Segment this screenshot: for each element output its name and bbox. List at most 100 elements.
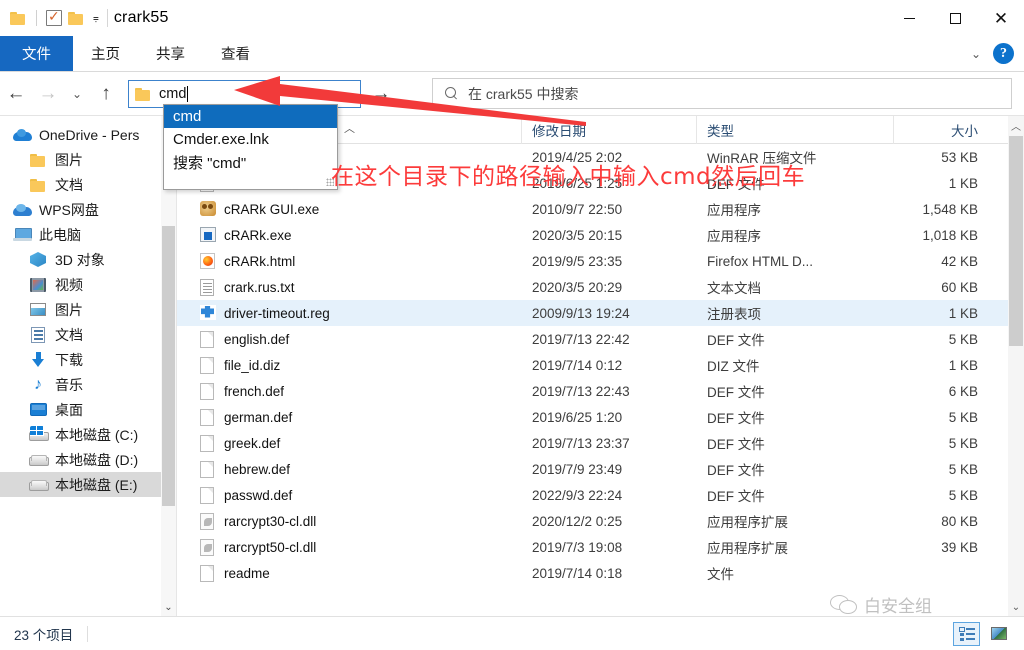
- sidebar-item[interactable]: OneDrive - Pers: [0, 122, 176, 147]
- table-row[interactable]: readme 2019/7/14 0:18 文件: [177, 560, 1024, 586]
- table-row[interactable]: crark.rus.txt 2020/3/5 20:29 文本文档 60 KB: [177, 274, 1024, 300]
- column-header-size[interactable]: 大小: [894, 116, 992, 144]
- file-name-cell: readme: [177, 564, 522, 582]
- sidebar-item[interactable]: 此电脑: [0, 222, 176, 247]
- new-folder-icon[interactable]: [68, 11, 85, 25]
- sidebar-item[interactable]: 文档: [0, 172, 176, 197]
- def-file-icon: [200, 382, 216, 400]
- chevron-down-icon[interactable]: ⌄: [340, 87, 360, 101]
- table-row[interactable]: greek.def 2019/7/13 23:37 DEF 文件 5 KB: [177, 430, 1024, 456]
- chevron-down-icon[interactable]: ⌄: [971, 47, 981, 61]
- properties-icon[interactable]: [46, 8, 62, 26]
- column-header-type[interactable]: 类型: [697, 116, 894, 144]
- content-area: OneDrive - Pers 图片 文档 WPS网盘 此电脑 3D 对象 视频 图片 文档 下载…: [0, 116, 1024, 616]
- forward-button[interactable]: →: [32, 79, 64, 109]
- table-row[interactable]: french.def 2019/7/13 22:43 DEF 文件 6 KB: [177, 378, 1024, 404]
- suggestion-item-search[interactable]: 搜索 "cmd": [164, 151, 337, 174]
- def-file-icon: [200, 330, 216, 348]
- tab-share[interactable]: 共享: [138, 36, 203, 71]
- column-header-date[interactable]: 修改日期: [522, 116, 697, 144]
- file-name-cell: crark.rus.txt: [177, 278, 522, 296]
- sidebar-item[interactable]: 本地磁盘 (E:): [0, 472, 176, 497]
- sidebar-item-label: OneDrive - Pers: [39, 126, 140, 143]
- file-name-cell: cRARk.html: [177, 252, 522, 270]
- folder-icon: [135, 87, 152, 101]
- file-list-scrollbar-thumb[interactable]: [1009, 136, 1023, 346]
- address-input-text[interactable]: cmd: [159, 85, 340, 102]
- sidebar-scrollbar[interactable]: ⌄: [161, 116, 176, 616]
- file-size-cell: 1,018 KB: [922, 227, 978, 243]
- tab-view[interactable]: 查看: [203, 36, 268, 71]
- suggestion-item-cmder[interactable]: Cmder.exe.lnk: [164, 128, 337, 151]
- file-name-cell: german.def: [177, 408, 522, 426]
- sidebar-item-label: 视频: [55, 276, 83, 293]
- table-row[interactable]: english.def 2019/7/13 22:42 DEF 文件 5 KB: [177, 326, 1024, 352]
- table-row[interactable]: rarcrypt30-cl.dll 2020/12/2 0:25 应用程序扩展 80 …: [177, 508, 1024, 534]
- sidebar-item[interactable]: 图片: [0, 147, 176, 172]
- videos-icon: [28, 276, 48, 294]
- def-file-icon: [200, 460, 216, 478]
- table-row[interactable]: driver-timeout.reg 2009/9/13 19:24 注册表项 1 K…: [177, 300, 1024, 326]
- file-list-scrollbar[interactable]: ︿ ⌄: [1008, 116, 1024, 616]
- chevron-down-icon[interactable]: ⌄: [161, 599, 176, 616]
- file-type-cell: 文件: [707, 567, 734, 582]
- file-size-cell: 60 KB: [941, 279, 978, 295]
- item-count-label: 23 个项目: [14, 627, 74, 643]
- go-button[interactable]: →: [365, 79, 397, 109]
- recent-locations-icon[interactable]: ⌄: [64, 79, 90, 109]
- address-suggestion-dropdown[interactable]: cmd Cmder.exe.lnk 搜索 "cmd": [163, 104, 338, 190]
- file-name-cell: passwd.def: [177, 486, 522, 504]
- tab-file[interactable]: 文件: [0, 36, 73, 71]
- downloads-icon: [28, 351, 48, 369]
- sidebar-item[interactable]: WPS网盘: [0, 197, 176, 222]
- this-pc-icon: [12, 226, 32, 244]
- help-icon[interactable]: ?: [993, 43, 1014, 64]
- maximize-button[interactable]: [932, 0, 978, 36]
- table-row[interactable]: hebrew.def 2019/7/9 23:49 DEF 文件 5 KB: [177, 456, 1024, 482]
- exe-icon: [200, 226, 216, 244]
- table-row[interactable]: rarcrypt50-cl.dll 2019/7/3 19:08 应用程序扩展 39 …: [177, 534, 1024, 560]
- watermark-text: 白安全组: [864, 597, 932, 617]
- file-name-cell: rarcrypt50-cl.dll: [177, 538, 522, 556]
- music-icon: ♪: [34, 375, 42, 393]
- ribbon-right-controls: ⌄ ?: [971, 36, 1024, 71]
- up-button[interactable]: ↑: [90, 79, 122, 109]
- customize-caret-icon[interactable]: ⩦: [91, 13, 101, 24]
- quick-access-toolbar: ⩦: [0, 8, 101, 26]
- file-name-cell: greek.def: [177, 434, 522, 452]
- sidebar-item[interactable]: 图片: [0, 297, 176, 322]
- sidebar-item[interactable]: 下载: [0, 347, 176, 372]
- tab-home[interactable]: 主页: [73, 36, 138, 71]
- file-date-cell: 2022/9/3 22:24: [532, 487, 623, 503]
- sidebar-item[interactable]: 桌面: [0, 397, 176, 422]
- table-row[interactable]: cRARk GUI.exe 2010/9/7 22:50 应用程序 1,548 KB: [177, 196, 1024, 222]
- table-row[interactable]: file_id.diz 2019/7/14 0:12 DIZ 文件 1 KB: [177, 352, 1024, 378]
- table-row[interactable]: passwd.def 2022/9/3 22:24 DEF 文件 5 KB: [177, 482, 1024, 508]
- folder-icon[interactable]: [10, 11, 27, 25]
- sidebar-item[interactable]: 视频: [0, 272, 176, 297]
- large-icons-view-button[interactable]: [985, 622, 1012, 646]
- table-row[interactable]: cRARk.exe 2020/3/5 20:15 应用程序 1,018 KB: [177, 222, 1024, 248]
- minimize-button[interactable]: [886, 0, 932, 36]
- back-button[interactable]: ←: [0, 79, 32, 109]
- sidebar-item[interactable]: 3D 对象: [0, 247, 176, 272]
- sidebar-scrollbar-thumb[interactable]: [162, 226, 175, 506]
- sidebar-item[interactable]: 文档: [0, 322, 176, 347]
- onedrive-icon: [12, 126, 32, 144]
- file-type-cell: 文本文档: [707, 281, 761, 296]
- sidebar-item[interactable]: 本地磁盘 (C:): [0, 422, 176, 447]
- file-size-cell: 5 KB: [948, 461, 978, 477]
- search-box[interactable]: 在 crark55 中搜索: [432, 78, 1012, 109]
- file-size-cell: 1,548 KB: [922, 201, 978, 217]
- file-size-cell: 5 KB: [948, 487, 978, 503]
- table-row[interactable]: cRARk.html 2019/9/5 23:35 Firefox HTML D..…: [177, 248, 1024, 274]
- sidebar-item[interactable]: 本地磁盘 (D:): [0, 447, 176, 472]
- sidebar-item[interactable]: ♪ 音乐: [0, 372, 176, 397]
- suggestion-item-cmd[interactable]: cmd: [164, 105, 337, 128]
- scroll-down-icon[interactable]: ⌄: [1008, 598, 1024, 616]
- dll-icon: [200, 512, 216, 530]
- scroll-up-icon[interactable]: ︿: [1008, 116, 1024, 134]
- details-view-button[interactable]: [953, 621, 980, 646]
- table-row[interactable]: german.def 2019/6/25 1:20 DEF 文件 5 KB: [177, 404, 1024, 430]
- close-button[interactable]: ✕: [978, 0, 1024, 36]
